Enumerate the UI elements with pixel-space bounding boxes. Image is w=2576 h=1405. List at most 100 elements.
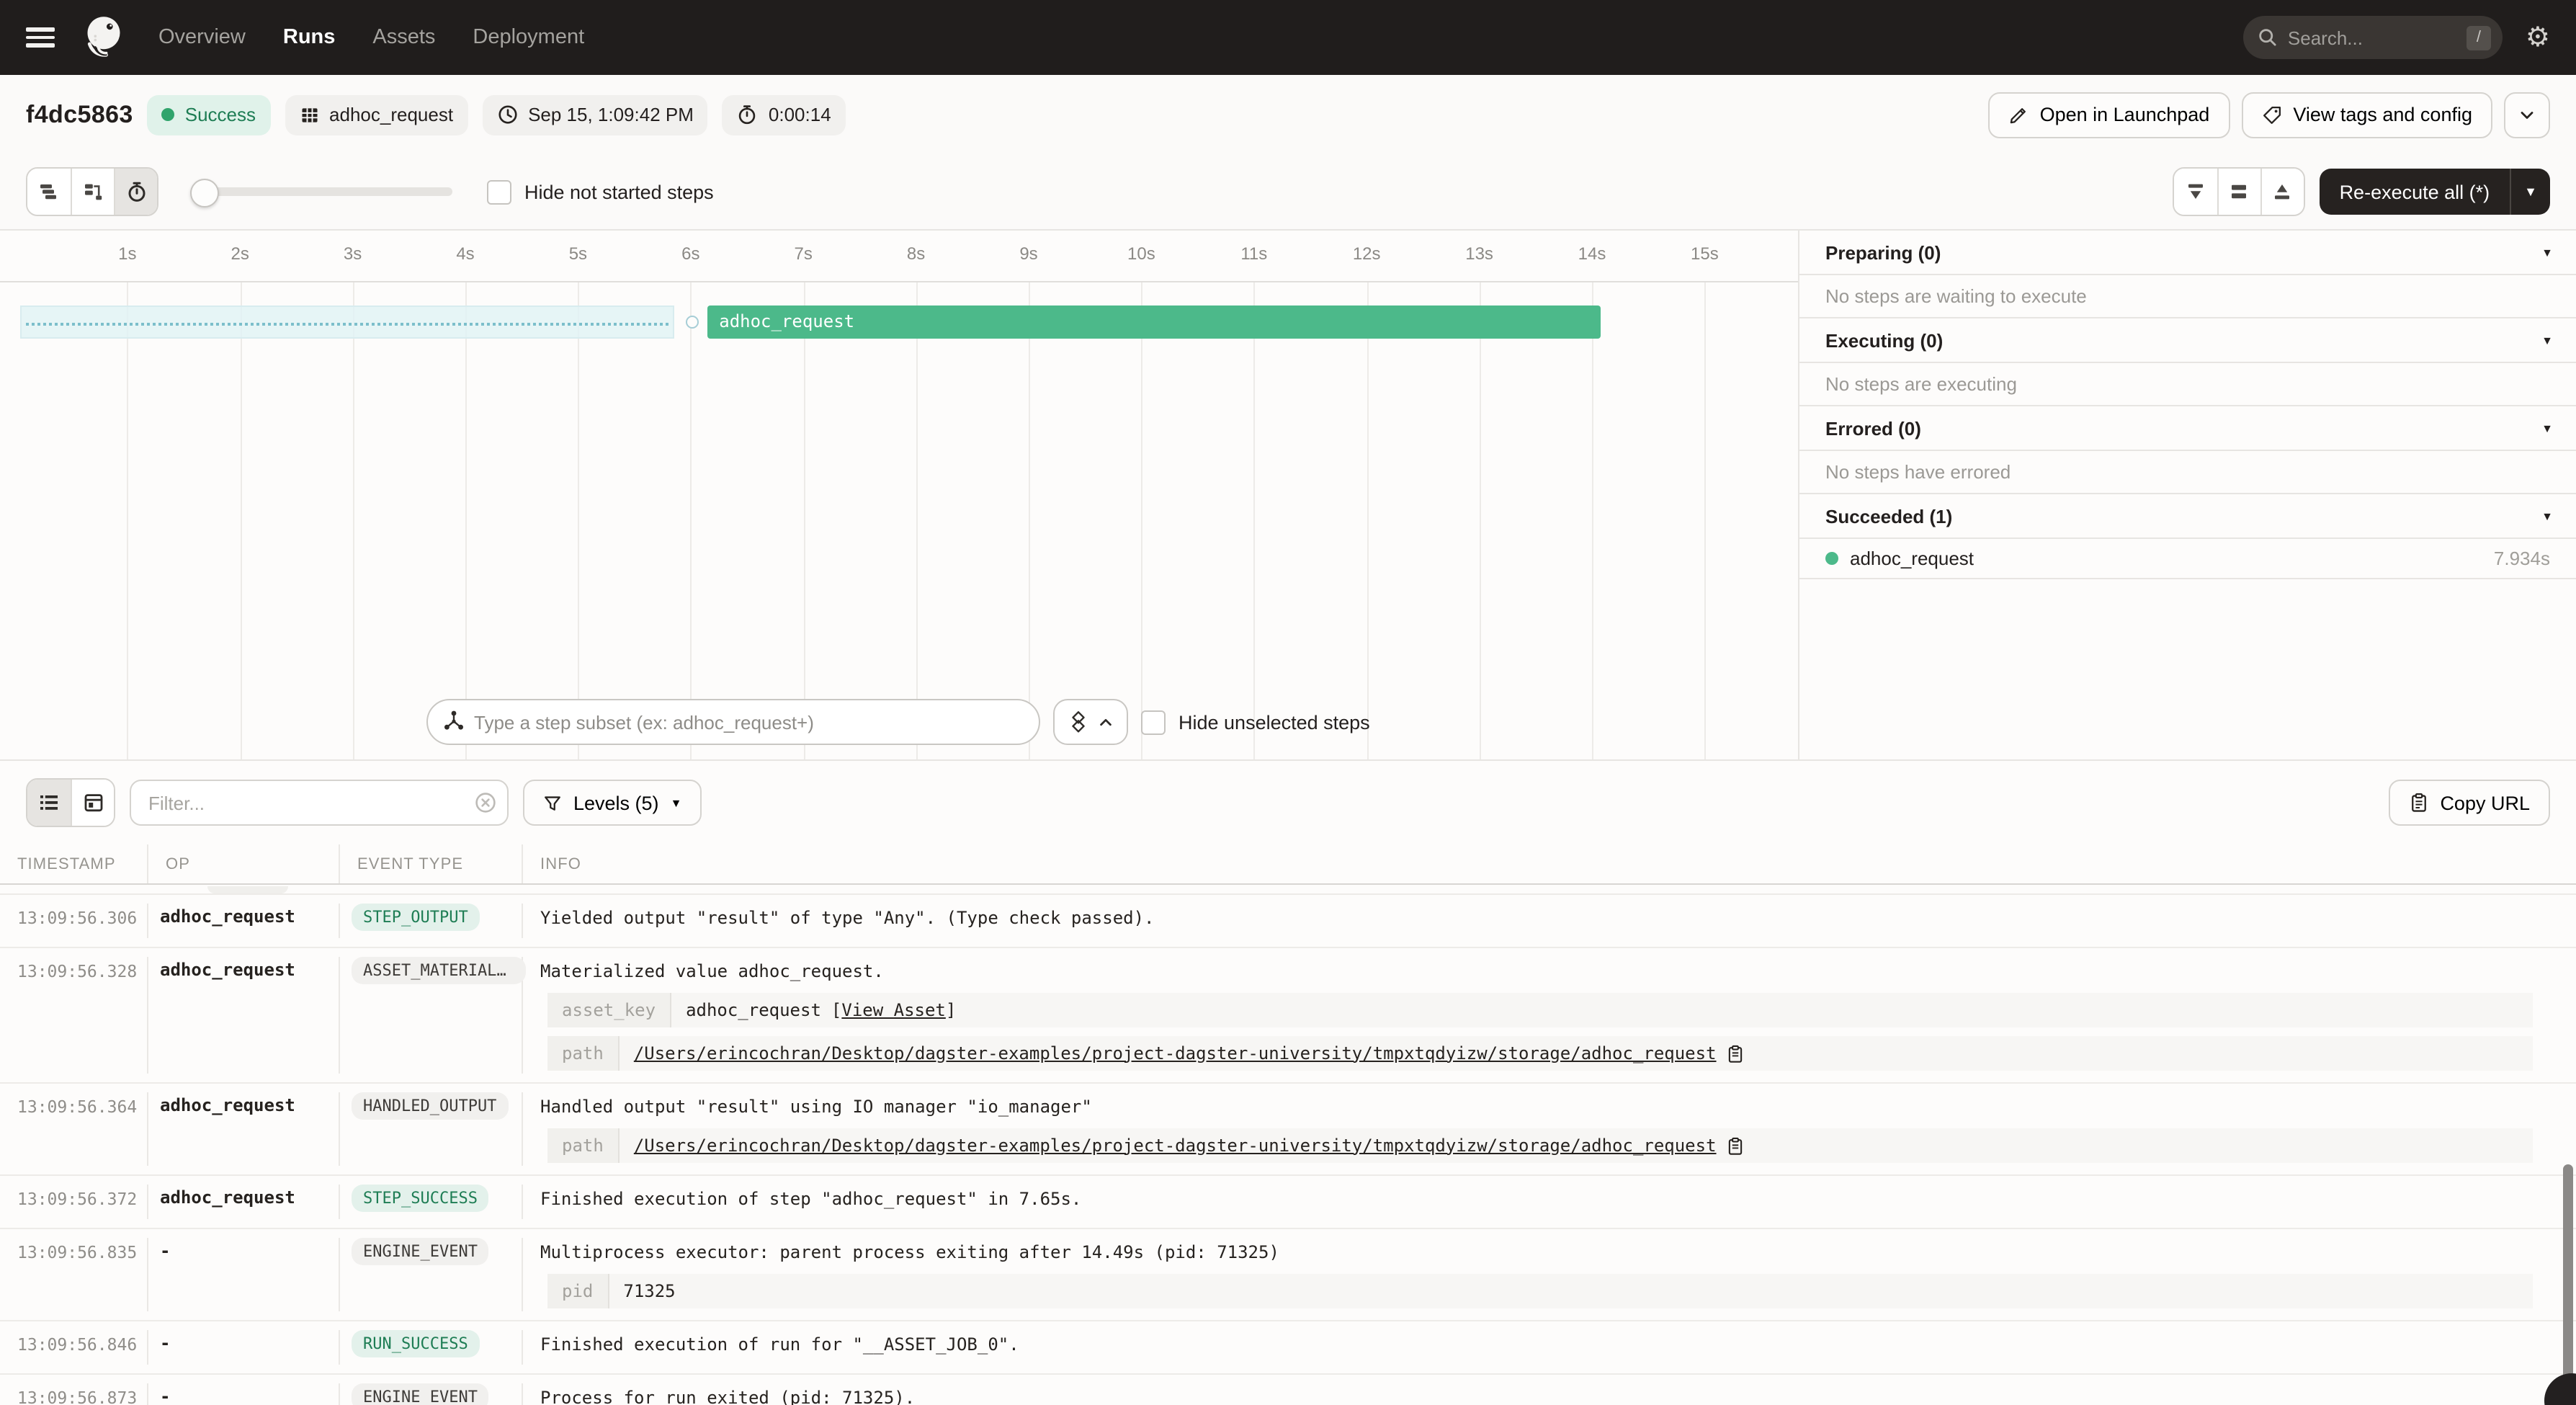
search-shortcut-key: / — [2467, 25, 2491, 50]
waterfall-view-button[interactable] — [71, 169, 114, 215]
pencil-icon — [2008, 104, 2029, 125]
steps-section-header[interactable]: Errored (0)▼ — [1799, 406, 2576, 451]
axis-tick-label: 6s — [681, 244, 699, 264]
nav-item-overview[interactable]: Overview — [158, 26, 246, 49]
view-asset-link[interactable]: View Asset — [841, 999, 946, 1020]
step-graph-expand-button[interactable] — [1053, 699, 1128, 745]
collapse-down-button[interactable] — [2174, 169, 2217, 215]
levels-filter-button[interactable]: Levels (5) ▼ — [523, 780, 702, 826]
log-metadata-entry: pid71325 — [547, 1274, 2533, 1308]
clear-filter-icon[interactable] — [474, 791, 497, 814]
log-row[interactable]: 13:09:56.364adhoc_requestHANDLED_OUTPUTH… — [0, 1084, 2576, 1176]
reexecute-split-button: Re-execute all (*) ▼ — [2320, 169, 2550, 215]
metadata-key: path — [547, 1036, 620, 1071]
metadata-value: 71325 — [609, 1274, 2533, 1308]
nav-item-assets[interactable]: Assets — [372, 26, 435, 49]
chevron-down-icon[interactable]: ▼ — [2541, 246, 2553, 259]
timed-view-button[interactable] — [114, 169, 157, 215]
panel-layout-segment — [2173, 167, 2305, 216]
step-selector-row: Hide unselected steps — [426, 699, 1370, 745]
view-tags-config-button[interactable]: View tags and config — [2241, 92, 2492, 138]
gantt-chart: adhoc_request — [0, 231, 1799, 759]
hide-unselected-checkbox[interactable]: Hide unselected steps — [1141, 710, 1370, 734]
diamond-stack-icon — [1068, 710, 1089, 733]
reexecute-all-button[interactable]: Re-execute all (*) — [2320, 169, 2510, 215]
steps-section-header[interactable]: Succeeded (1)▼ — [1799, 494, 2576, 539]
step-status-dot-icon — [1825, 552, 1838, 565]
gantt-step-marker-icon[interactable] — [687, 316, 699, 329]
run-more-actions-button[interactable] — [2504, 92, 2550, 138]
axis-tick-label: 8s — [907, 244, 925, 264]
gantt-zoom-slider[interactable] — [190, 179, 452, 205]
slider-track[interactable] — [190, 187, 452, 196]
copy-url-button[interactable]: Copy URL — [2388, 780, 2550, 826]
log-op: - — [148, 1330, 340, 1365]
succeeded-step-row[interactable]: adhoc_request7.934s — [1799, 539, 2576, 579]
log-filter-input[interactable] — [130, 780, 509, 826]
log-info-cell: Finished execution of run for "__ASSET_J… — [523, 1330, 2576, 1365]
log-row[interactable]: 13:09:56.306adhoc_requestSTEP_OUTPUTYiel… — [0, 895, 2576, 948]
log-col-header: TIMESTAMP — [0, 844, 148, 883]
nav-item-runs[interactable]: Runs — [283, 26, 336, 49]
grid-line — [578, 282, 579, 759]
run-id: f4dc5863 — [26, 100, 133, 129]
axis-tick-label: 13s — [1465, 244, 1493, 264]
gantt-axis-line — [0, 281, 1798, 282]
hamburger-menu-icon[interactable] — [26, 27, 55, 48]
gantt-waiting-bar[interactable] — [20, 305, 674, 339]
log-event-type-cell: STEP_SUCCESS — [340, 1185, 523, 1219]
chevron-up-icon — [1098, 714, 1114, 730]
nav-item-deployment[interactable]: Deployment — [473, 26, 584, 49]
grid-line — [353, 282, 354, 759]
log-structured-view-button[interactable] — [71, 780, 114, 826]
log-row[interactable]: 13:09:56.372adhoc_requestSTEP_SUCCESSFin… — [0, 1176, 2576, 1229]
hide-not-started-checkbox[interactable]: Hide not started steps — [487, 179, 714, 204]
vertical-scrollbar[interactable] — [2563, 1164, 2573, 1395]
checkbox-icon[interactable] — [487, 179, 511, 204]
log-row[interactable]: 13:09:56.328adhoc_requestASSET_MATERIALI… — [0, 948, 2576, 1084]
log-metadata-entry: path/Users/erincochran/Desktop/dagster-e… — [547, 1128, 2533, 1163]
run-header: f4dc5863 Success adhoc_request Sep 15, 1… — [0, 75, 2576, 154]
slider-knob[interactable] — [190, 179, 219, 208]
chevron-down-icon[interactable]: ▼ — [2541, 334, 2553, 347]
metadata-value-text: adhoc_request — [686, 998, 821, 1022]
log-col-header: OP — [148, 844, 340, 883]
log-event-type-cell: HANDLED_OUTPUT — [340, 1092, 523, 1166]
settings-gear-icon[interactable]: ⚙ — [2526, 24, 2550, 51]
log-list-view-button[interactable] — [27, 780, 71, 826]
metadata-path-link[interactable]: /Users/erincochran/Desktop/dagster-examp… — [634, 1041, 1717, 1066]
log-event-type-cell: ASSET_MATERIALIZAT… — [340, 957, 523, 1074]
gantt-toolbar: Hide not started steps Re-execute all (*… — [0, 154, 2576, 231]
flat-view-button[interactable] — [27, 169, 71, 215]
clock-icon — [496, 104, 518, 125]
metadata-value: /Users/erincochran/Desktop/dagster-examp… — [620, 1128, 2533, 1163]
reexecute-options-button[interactable]: ▼ — [2510, 169, 2550, 215]
log-row[interactable]: 13:09:56.873-ENGINE_EVENTProcess for run… — [0, 1375, 2576, 1405]
steps-section-header[interactable]: Preparing (0)▼ — [1799, 231, 2576, 275]
metadata-link-wrap: [View Asset] — [831, 998, 956, 1022]
split-rows-button[interactable] — [2217, 169, 2260, 215]
steps-section-header[interactable]: Executing (0)▼ — [1799, 318, 2576, 363]
funnel-icon — [543, 793, 562, 812]
job-badge[interactable]: adhoc_request — [285, 94, 468, 135]
chevron-down-icon[interactable]: ▼ — [2541, 509, 2553, 522]
collapse-up-button[interactable] — [2260, 169, 2304, 215]
event-type-pill: RUN_SUCCESS — [352, 1330, 480, 1357]
log-row[interactable]: 13:09:56.846-RUN_SUCCESSFinished executi… — [0, 1321, 2576, 1375]
copy-to-clipboard-icon[interactable] — [1727, 1044, 1745, 1063]
copy-to-clipboard-icon[interactable] — [1727, 1136, 1745, 1155]
dagster-logo-icon[interactable] — [78, 12, 130, 63]
chevron-down-icon: ▼ — [671, 796, 682, 809]
event-type-pill: STEP_SUCCESS — [352, 1185, 489, 1212]
log-view-segment — [26, 778, 115, 827]
metadata-path-link[interactable]: /Users/erincochran/Desktop/dagster-examp… — [634, 1133, 1717, 1158]
log-event-type-cell: RUN_SUCCESS — [340, 1330, 523, 1365]
gantt-step-bar[interactable]: adhoc_request — [707, 305, 1601, 339]
tag-icon — [2261, 104, 2281, 125]
open-in-launchpad-button[interactable]: Open in Launchpad — [1988, 92, 2230, 138]
global-search[interactable]: Search... / — [2243, 16, 2503, 59]
log-row[interactable]: 13:09:56.835-ENGINE_EVENTMultiprocess ex… — [0, 1229, 2576, 1321]
checkbox-icon[interactable] — [1141, 710, 1166, 734]
step-subset-input[interactable] — [426, 699, 1040, 745]
chevron-down-icon[interactable]: ▼ — [2541, 422, 2553, 434]
